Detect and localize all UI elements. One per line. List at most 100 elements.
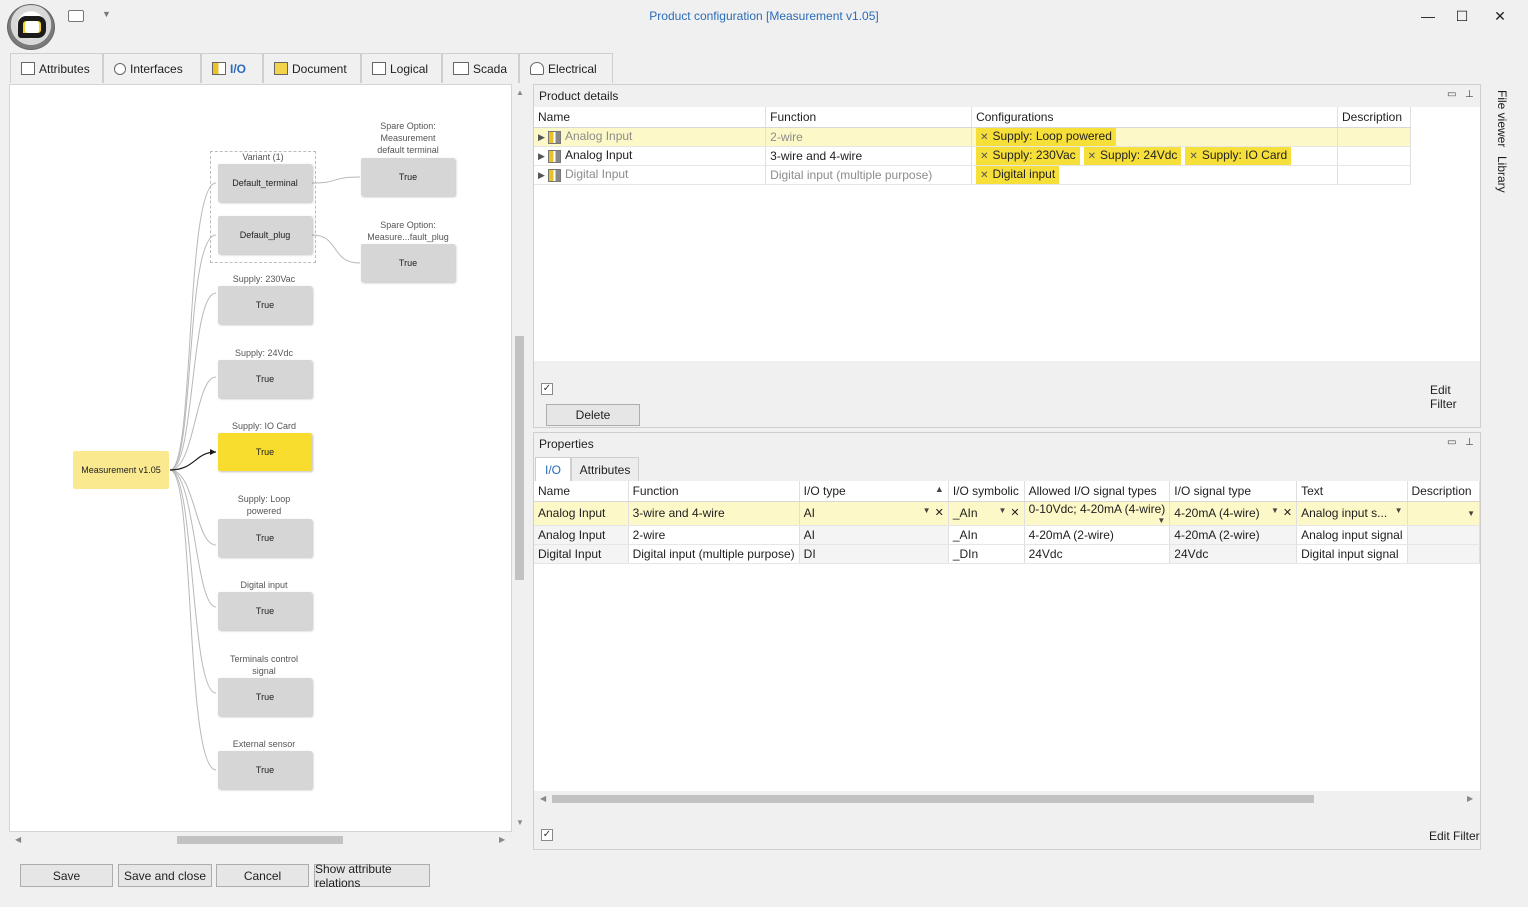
config-chip[interactable]: ✕ Supply: 230Vac — [976, 146, 1080, 164]
save-button[interactable]: Save — [20, 864, 113, 887]
cell-text[interactable]: Analog input s... ▼ — [1296, 501, 1408, 526]
dropdown-icon[interactable]: ▼ — [923, 506, 931, 515]
table-row[interactable]: Analog Input 3-wire and 4-wire AI ✕ ▼ _AIn… — [534, 501, 1481, 526]
node-supply-io-card[interactable]: True — [218, 433, 312, 471]
cell-io-type[interactable]: AI ✕ ▼ — [799, 501, 949, 526]
maximize-button[interactable]: ☐ — [1447, 6, 1477, 26]
expand-icon[interactable]: ▶ — [538, 151, 548, 162]
filter-checkbox[interactable]: ✓ — [541, 829, 553, 841]
cell-text[interactable]: Digital input signal — [1296, 544, 1408, 564]
close-button[interactable]: ✕ — [1485, 6, 1515, 26]
table-row[interactable]: ▶ Analog Input 3-wire and 4-wire ✕ Supply:… — [534, 146, 1412, 166]
cell-name[interactable]: Analog Input — [534, 501, 629, 526]
config-chip[interactable]: ✕ Supply: 24Vdc — [1083, 146, 1182, 164]
dropdown-icon[interactable]: ▼ — [1395, 506, 1403, 515]
show-attribute-relations-button[interactable]: Show attribute relations — [314, 862, 430, 890]
cancel-button[interactable]: Cancel — [216, 864, 309, 887]
minimize-button[interactable]: — — [1413, 6, 1443, 26]
remove-icon[interactable]: ✕ — [1189, 151, 1197, 162]
node-spare-plug[interactable]: True — [361, 244, 455, 282]
tab-logical[interactable]: Logical — [361, 53, 442, 83]
cell-text[interactable]: Analog input signal — [1296, 525, 1408, 545]
col-name[interactable]: Name — [534, 107, 767, 128]
col-io-type[interactable]: I/O type ▲ — [799, 481, 949, 502]
scroll-left-icon[interactable]: ◀ — [15, 835, 21, 844]
node-terminals-control[interactable]: True — [218, 678, 312, 716]
node-default-plug[interactable]: Default_plug — [218, 216, 312, 254]
table-row[interactable]: Digital Input Digital input (multiple pu… — [534, 544, 1481, 564]
node-default-terminal[interactable]: Default_terminal — [218, 164, 312, 202]
col-description[interactable]: Description — [1407, 481, 1481, 502]
dropdown-icon[interactable]: ▼ — [1271, 506, 1279, 515]
node-supply-24vdc[interactable]: True — [218, 360, 312, 398]
node-external-sensor[interactable]: True — [218, 751, 312, 789]
col-function[interactable]: Function — [765, 107, 973, 128]
expand-icon[interactable]: ▶ — [538, 132, 548, 143]
cell-name[interactable]: Digital Input — [534, 544, 629, 564]
graph-vertical-scrollbar[interactable]: ▲ ▼ — [513, 84, 527, 832]
tab-document[interactable]: Document — [263, 53, 361, 83]
scroll-thumb[interactable] — [515, 336, 524, 580]
col-signal-type[interactable]: I/O signal type — [1169, 481, 1298, 502]
clear-icon[interactable]: ✕ — [935, 506, 944, 519]
table-row[interactable]: ▶ Digital Input Digital input (multiple p… — [534, 165, 1412, 185]
remove-icon[interactable]: ✕ — [980, 132, 988, 143]
cell-description[interactable] — [1407, 544, 1481, 564]
table-row[interactable]: ▶ Analog Input 2-wire ✕ Supply: Loop power… — [534, 127, 1412, 147]
config-chip[interactable]: ✕ Digital input — [976, 165, 1060, 183]
cell-function[interactable]: 2-wire — [628, 525, 800, 545]
col-io-symbolic[interactable]: I/O symbolic — [948, 481, 1025, 502]
scroll-up-icon[interactable]: ▲ — [516, 88, 524, 97]
cell-signal-type[interactable]: 4-20mA (2-wire) — [1169, 525, 1298, 545]
col-configurations[interactable]: Configurations — [971, 107, 1338, 128]
edit-filter-link[interactable]: Edit Filter — [1430, 383, 1480, 411]
cell-io-type[interactable]: DI — [799, 544, 949, 564]
clear-icon[interactable]: ✕ — [1010, 506, 1019, 519]
cell-io-symbolic[interactable]: _AIn — [948, 525, 1025, 545]
col-text[interactable]: Text — [1296, 481, 1408, 502]
clear-icon[interactable]: ✕ — [1283, 506, 1292, 519]
config-chip[interactable]: ✕ Supply: Loop powered — [976, 127, 1116, 145]
node-supply-230vac[interactable]: True — [218, 286, 312, 324]
config-chip[interactable]: ✕ Supply: IO Card — [1185, 146, 1292, 164]
sort-asc-icon[interactable]: ▲ — [935, 484, 944, 494]
pin-icon[interactable]: ⊥ — [1465, 89, 1474, 100]
tab-interfaces[interactable]: Interfaces — [103, 53, 201, 83]
cell-signal-type[interactable]: 24Vdc — [1169, 544, 1298, 564]
node-root[interactable]: Measurement v1.05 — [73, 451, 169, 489]
remove-icon[interactable]: ✕ — [980, 151, 988, 162]
cell-allowed[interactable]: 0-10Vdc; 4-20mA (4-wire) ▼ — [1024, 501, 1171, 526]
col-allowed-signal-types[interactable]: Allowed I/O signal types — [1024, 481, 1171, 502]
scroll-right-icon[interactable]: ▶ — [499, 835, 505, 844]
cell-signal-type[interactable]: 4-20mA (4-wire) ✕ ▼ — [1169, 501, 1298, 526]
tab-attributes[interactable]: Attributes — [571, 457, 639, 481]
col-description[interactable]: Description — [1337, 107, 1412, 128]
cell-name[interactable]: Analog Input — [534, 525, 629, 545]
remove-icon[interactable]: ✕ — [1088, 151, 1096, 162]
dropdown-icon[interactable]: ▼ — [998, 506, 1006, 515]
cell-function[interactable]: 3-wire and 4-wire — [628, 501, 800, 526]
dropdown-icon[interactable]: ▼ — [1157, 516, 1165, 525]
cell-allowed[interactable]: 24Vdc — [1024, 544, 1171, 564]
graph-horizontal-scrollbar[interactable]: ◀ ▶ — [9, 832, 512, 848]
filter-checkbox[interactable]: ✓ — [541, 383, 553, 395]
library-tab[interactable]: Library — [1495, 156, 1509, 193]
restore-icon[interactable]: ▭ — [1447, 89, 1456, 100]
scroll-left-icon[interactable]: ◀ — [540, 794, 546, 803]
properties-horizontal-scrollbar[interactable]: ◀ ▶ — [534, 791, 1480, 807]
cell-function[interactable]: Digital input (multiple purpose) — [628, 544, 800, 564]
delete-button[interactable]: Delete — [546, 404, 640, 426]
cell-description[interactable] — [1407, 525, 1481, 545]
remove-icon[interactable]: ✕ — [980, 170, 988, 181]
cell-io-symbolic[interactable]: _DIn — [948, 544, 1025, 564]
scroll-down-icon[interactable]: ▼ — [516, 818, 524, 827]
cell-io-type[interactable]: AI — [799, 525, 949, 545]
edit-filter-link[interactable]: Edit Filter — [1429, 829, 1480, 843]
scroll-thumb[interactable] — [552, 795, 1314, 803]
tab-io[interactable]: I/O — [535, 457, 571, 481]
tab-attributes[interactable]: Attributes — [10, 53, 103, 83]
scroll-right-icon[interactable]: ▶ — [1467, 794, 1473, 803]
col-name[interactable]: Name — [534, 481, 629, 502]
tab-io[interactable]: I/O — [201, 53, 263, 83]
node-spare-terminal[interactable]: True — [361, 158, 455, 196]
